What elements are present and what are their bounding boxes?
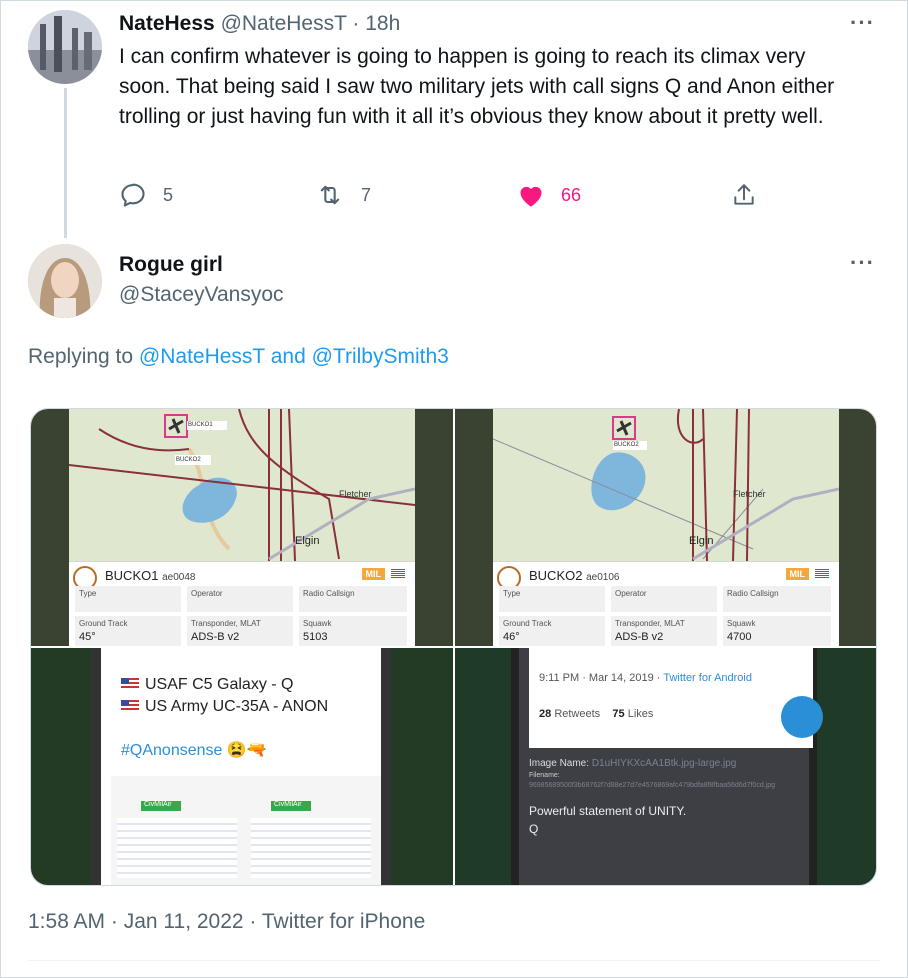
tweet-timestamp[interactable]: 1:58 AM · Jan 11, 2022 · Twitter for iPh… <box>28 910 425 934</box>
replying-to: Replying to @NateHessT and @TrilbySmith3 <box>28 343 449 371</box>
field-radio-callsign: Radio Callsign <box>299 586 407 612</box>
like-count: 66 <box>561 184 582 205</box>
parent-handle[interactable]: @NateHessT <box>221 12 347 35</box>
field-type: Type <box>499 586 605 612</box>
field-squawk: Squawk 5103 <box>299 616 407 646</box>
us-flag-icon <box>121 678 139 690</box>
statement-text: Powerful statement of UNITY. <box>529 804 687 818</box>
reply-display-name[interactable]: Rogue girl <box>119 252 223 278</box>
field-squawk: Squawk 4700 <box>723 616 831 646</box>
map-place-2: Elgin <box>295 535 320 547</box>
embedded-screenshots: CivMilAir CivMilAir <box>111 776 381 885</box>
site-logo-text: CivMilAir <box>274 801 302 808</box>
share-button[interactable] <box>731 180 773 210</box>
aircraft-callsign: BUCKO2 <box>529 568 583 583</box>
aircraft-label-2: BUCKO2 <box>176 457 201 463</box>
us-flag-icon <box>121 700 139 712</box>
mil-badge: MIL <box>361 568 385 580</box>
flight-table <box>251 818 371 878</box>
replying-mentions[interactable]: @NateHessT and @TrilbySmith3 <box>139 345 449 368</box>
thread-line <box>64 88 67 238</box>
media-map-1[interactable]: BUCKO1 BUCKO2 Fletcher Elgin BUCKO1 ae00… <box>31 409 453 646</box>
retweet-icon <box>320 185 340 205</box>
tweet-card: 9:11 PM · Mar 14, 2019 · Twitter for And… <box>529 648 823 748</box>
media-grid: BUCKO1 BUCKO2 Fletcher Elgin BUCKO1 ae00… <box>30 408 877 886</box>
more-icon[interactable]: ··· <box>850 12 875 34</box>
us-flag-icon <box>815 569 829 578</box>
flight-table <box>117 818 237 878</box>
reply-button[interactable]: 5 <box>119 180 173 210</box>
aircraft-hex: ae0106 <box>586 572 620 583</box>
field-operator: Operator <box>611 586 717 612</box>
signature-q: Q <box>529 822 539 836</box>
field-type: Type <box>75 586 181 612</box>
field-operator: Operator <box>187 586 293 612</box>
field-transponder: Transponder, MLAT ADS-B v2 <box>611 616 717 646</box>
parent-time[interactable]: 18h <box>365 12 400 35</box>
aircraft-info-panel: BUCKO2 ae0106 MIL Type Operator Radio Ca… <box>493 561 839 646</box>
aircraft-callsign: BUCKO1 <box>105 568 159 583</box>
divider <box>28 960 880 961</box>
emoji: 😫🔫 <box>226 742 267 759</box>
aircraft-title: BUCKO1 ae0048 <box>105 568 195 583</box>
reply-handle[interactable]: @StaceyVansyoc <box>119 282 284 308</box>
aircraft-label-2: BUCKO2 <box>614 442 639 448</box>
filename-label: Filename: <box>529 772 560 779</box>
us-flag-icon <box>391 569 405 578</box>
reply-avatar[interactable] <box>28 244 102 318</box>
field-transponder: Transponder, MLAT ADS-B v2 <box>187 616 293 646</box>
map-place-1: Fletcher <box>339 489 372 499</box>
phone-screen: 9:11 PM · Mar 14, 2019 · Twitter for And… <box>511 648 823 885</box>
heart-icon <box>520 186 542 207</box>
replying-prefix: Replying to <box>28 345 134 368</box>
field-radio-callsign: Radio Callsign <box>723 586 831 612</box>
retweet-count: 7 <box>361 184 372 205</box>
field-ground-track: Ground Track 45° <box>75 616 181 646</box>
header-separator: · <box>352 12 360 35</box>
field-ground-track: Ground Track 46° <box>499 616 605 646</box>
image-name: Image Name: D1uHIYKXcAA1Btk.jpg-large.jp… <box>529 758 737 769</box>
like-button[interactable]: 66 <box>517 180 581 210</box>
post-hashtag[interactable]: #QAnonsense 😫🔫 <box>121 740 267 760</box>
filename-hash: 96985689500f3b68762f7d88e27d7e4576869afc… <box>529 782 776 789</box>
retweet-button[interactable]: 7 <box>315 180 371 210</box>
post-line-2: US Army UC-35A - ANON <box>121 698 328 716</box>
aircraft-info-panel: BUCKO1 ae0048 MIL Type Operator Radio Ca… <box>69 561 415 646</box>
card-stats: 28 Retweets 75 Likes <box>539 708 654 720</box>
site-logo-text: CivMilAir <box>144 801 172 808</box>
media-phone-tweet[interactable]: 9:11 PM · Mar 14, 2019 · Twitter for And… <box>455 648 876 885</box>
share-icon <box>734 184 754 205</box>
reply-count: 5 <box>163 184 174 205</box>
map-place-2: Elgin <box>689 535 714 547</box>
parent-display-name[interactable]: NateHess <box>119 12 215 35</box>
aircraft-title: BUCKO2 ae0106 <box>529 568 619 583</box>
media-phone-post[interactable]: USAF C5 Galaxy - Q US Army UC-35A - ANON… <box>31 648 453 885</box>
media-map-2[interactable]: BUCKO2 Fletcher Elgin BUCKO2 ae0106 MIL … <box>455 409 876 646</box>
post-line-1: USAF C5 Galaxy - Q <box>121 676 293 694</box>
parent-avatar[interactable] <box>28 10 102 84</box>
aircraft-hex: ae0048 <box>162 572 196 583</box>
card-meta: 9:11 PM · Mar 14, 2019 · Twitter for And… <box>539 672 752 684</box>
parent-action-bar: 5 7 66 <box>119 180 759 210</box>
parent-tweet-text: I can confirm whatever is going to happe… <box>119 45 835 128</box>
compose-fab-icon <box>781 696 823 738</box>
reply-more-icon[interactable]: ··· <box>850 252 875 274</box>
map-place-1: Fletcher <box>733 489 766 499</box>
phone-screen: USAF C5 Galaxy - Q US Army UC-35A - ANON… <box>91 648 391 885</box>
parent-header: NateHess @NateHessT · 18h <box>119 11 400 37</box>
mil-badge: MIL <box>785 568 809 580</box>
aircraft-label-1: BUCKO1 <box>188 422 213 428</box>
reply-icon <box>121 183 145 207</box>
